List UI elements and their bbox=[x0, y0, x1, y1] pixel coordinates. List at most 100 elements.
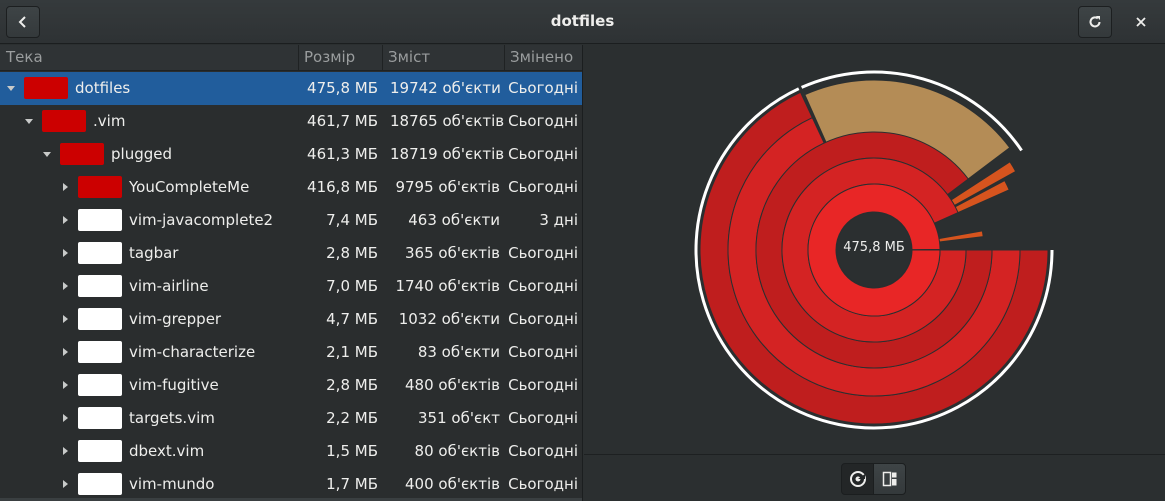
color-swatch bbox=[78, 308, 122, 330]
folder-name: vim-javacomplete2 bbox=[129, 211, 274, 229]
folder-name: dotfiles bbox=[75, 79, 131, 97]
folder-modified: Сьогодні bbox=[508, 475, 578, 493]
folder-modified: Сьогодні bbox=[508, 145, 578, 163]
folder-name: plugged bbox=[111, 145, 172, 163]
view-toggle-bar bbox=[584, 454, 1165, 501]
folder-contents: 1032 об'єкти bbox=[398, 310, 500, 328]
folder-name: tagbar bbox=[129, 244, 179, 262]
folder-contents: 19742 об'єкти bbox=[390, 79, 501, 97]
treemap-chart-icon bbox=[882, 471, 896, 487]
refresh-button[interactable] bbox=[1078, 6, 1112, 38]
folder-contents: 18719 об'єктів bbox=[390, 145, 505, 163]
table-row[interactable]: vim-characterize 2,1 МБ 83 об'єкти Сьогодні bbox=[0, 336, 582, 369]
expander-open-icon[interactable] bbox=[4, 81, 18, 95]
expander-open-icon[interactable] bbox=[40, 147, 54, 161]
expander-closed-icon[interactable] bbox=[58, 477, 72, 491]
folder-contents: 1740 об'єктів bbox=[395, 277, 500, 295]
folder-size: 2,8 МБ bbox=[326, 376, 378, 394]
folder-modified: 3 дні bbox=[539, 211, 578, 229]
table-row[interactable]: vim-airline 7,0 МБ 1740 об'єктів Сьогодні bbox=[0, 270, 582, 303]
expander-closed-icon[interactable] bbox=[58, 246, 72, 260]
folder-contents: 80 об'єктів bbox=[414, 442, 500, 460]
folder-name: vim-grepper bbox=[129, 310, 222, 328]
expander-closed-icon[interactable] bbox=[58, 444, 72, 458]
tree-header: Тека Розмір Зміст Змінено bbox=[0, 45, 582, 71]
column-modified[interactable]: Змінено bbox=[510, 48, 573, 66]
folder-modified: Сьогодні bbox=[508, 277, 578, 295]
folder-modified: Сьогодні bbox=[508, 343, 578, 361]
expander-open-icon[interactable] bbox=[22, 114, 36, 128]
column-folder[interactable]: Тека bbox=[6, 48, 43, 66]
folder-name: .vim bbox=[93, 112, 126, 130]
folder-name: dbext.vim bbox=[129, 442, 205, 460]
folder-size: 1,5 МБ bbox=[326, 442, 378, 460]
table-row[interactable]: vim-javacomplete2 7,4 МБ 463 об'єкти 3 дні bbox=[0, 204, 582, 237]
rings-chart-icon bbox=[849, 471, 866, 487]
table-row[interactable]: plugged 461,3 МБ 18719 об'єктів Сьогодні bbox=[0, 138, 582, 171]
folder-contents: 18765 об'єктів bbox=[390, 112, 505, 130]
folder-contents: 351 об'єкт bbox=[418, 409, 500, 427]
color-swatch bbox=[78, 209, 122, 231]
color-swatch bbox=[78, 473, 122, 495]
rings-chart-area: 475,8 МБ bbox=[584, 45, 1165, 454]
folder-size: 2,1 МБ bbox=[326, 343, 378, 361]
color-swatch bbox=[78, 407, 122, 429]
folder-contents: 9795 об'єктів bbox=[395, 178, 500, 196]
table-row[interactable]: targets.vim 2,2 МБ 351 об'єкт Сьогодні bbox=[0, 402, 582, 435]
folder-size: 7,4 МБ bbox=[326, 211, 378, 229]
folder-size: 1,7 МБ bbox=[326, 475, 378, 493]
folder-contents: 400 об'єктів bbox=[405, 475, 500, 493]
color-swatch bbox=[24, 77, 68, 99]
folder-modified: Сьогодні bbox=[508, 244, 578, 262]
rings-view-button[interactable] bbox=[841, 463, 874, 495]
table-row[interactable]: dotfiles 475,8 МБ 19742 об'єкти Сьогодні bbox=[0, 72, 582, 105]
folder-tree[interactable]: Тека Розмір Зміст Змінено dotfiles 475,8 … bbox=[0, 45, 583, 501]
column-size[interactable]: Розмір bbox=[304, 48, 355, 66]
folder-contents: 463 об'єкти bbox=[408, 211, 500, 229]
folder-size: 416,8 МБ bbox=[307, 178, 378, 196]
table-row[interactable]: tagbar 2,8 МБ 365 об'єктів Сьогодні bbox=[0, 237, 582, 270]
expander-closed-icon[interactable] bbox=[58, 345, 72, 359]
column-separator bbox=[382, 45, 383, 71]
folder-size: 461,3 МБ bbox=[307, 145, 378, 163]
window-title: dotfiles bbox=[550, 12, 615, 30]
color-swatch bbox=[78, 374, 122, 396]
close-button[interactable] bbox=[1126, 6, 1156, 38]
folder-modified: Сьогодні bbox=[508, 310, 578, 328]
table-row[interactable]: vim-mundo 1,7 МБ 400 об'єктів Сьогодні bbox=[0, 468, 582, 501]
folder-name: YouCompleteMe bbox=[129, 178, 250, 196]
refresh-icon bbox=[1089, 16, 1101, 28]
folder-size: 461,7 МБ bbox=[307, 112, 378, 130]
folder-name: vim-airline bbox=[129, 277, 209, 295]
expander-closed-icon[interactable] bbox=[58, 279, 72, 293]
expander-closed-icon[interactable] bbox=[58, 411, 72, 425]
expander-closed-icon[interactable] bbox=[58, 312, 72, 326]
table-row[interactable]: YouCompleteMe 416,8 МБ 9795 об'єктів Сьогод… bbox=[0, 171, 582, 204]
expander-closed-icon[interactable] bbox=[58, 213, 72, 227]
chart-center-label: 475,8 МБ bbox=[843, 240, 905, 255]
folder-modified: Сьогодні bbox=[508, 376, 578, 394]
color-swatch bbox=[78, 341, 122, 363]
folder-size: 2,2 МБ bbox=[326, 409, 378, 427]
table-row[interactable]: vim-grepper 4,7 МБ 1032 об'єкти Сьогодні bbox=[0, 303, 582, 336]
folder-modified: Сьогодні bbox=[508, 409, 578, 427]
folder-modified: Сьогодні bbox=[508, 178, 578, 196]
table-row[interactable]: vim-fugitive 2,8 МБ 480 об'єктів Сьогодні bbox=[0, 369, 582, 402]
expander-closed-icon[interactable] bbox=[58, 180, 72, 194]
close-icon bbox=[1136, 17, 1146, 27]
color-swatch bbox=[78, 440, 122, 462]
table-row[interactable]: .vim 461,7 МБ 18765 об'єктів Сьогодні bbox=[0, 105, 582, 138]
expander-closed-icon[interactable] bbox=[58, 378, 72, 392]
color-swatch bbox=[60, 143, 104, 165]
folder-name: vim-mundo bbox=[129, 475, 215, 493]
table-row[interactable]: dbext.vim 1,5 МБ 80 об'єктів Сьогодні bbox=[0, 435, 582, 468]
folder-size: 475,8 МБ bbox=[307, 79, 378, 97]
folder-contents: 365 об'єктів bbox=[405, 244, 500, 262]
column-contents[interactable]: Зміст bbox=[388, 48, 430, 66]
column-separator bbox=[298, 45, 299, 71]
color-swatch bbox=[78, 176, 122, 198]
folder-contents: 83 об'єкти bbox=[417, 343, 500, 361]
folder-size: 4,7 МБ bbox=[326, 310, 378, 328]
treemap-view-button[interactable] bbox=[873, 463, 906, 495]
folder-name: vim-characterize bbox=[129, 343, 256, 361]
